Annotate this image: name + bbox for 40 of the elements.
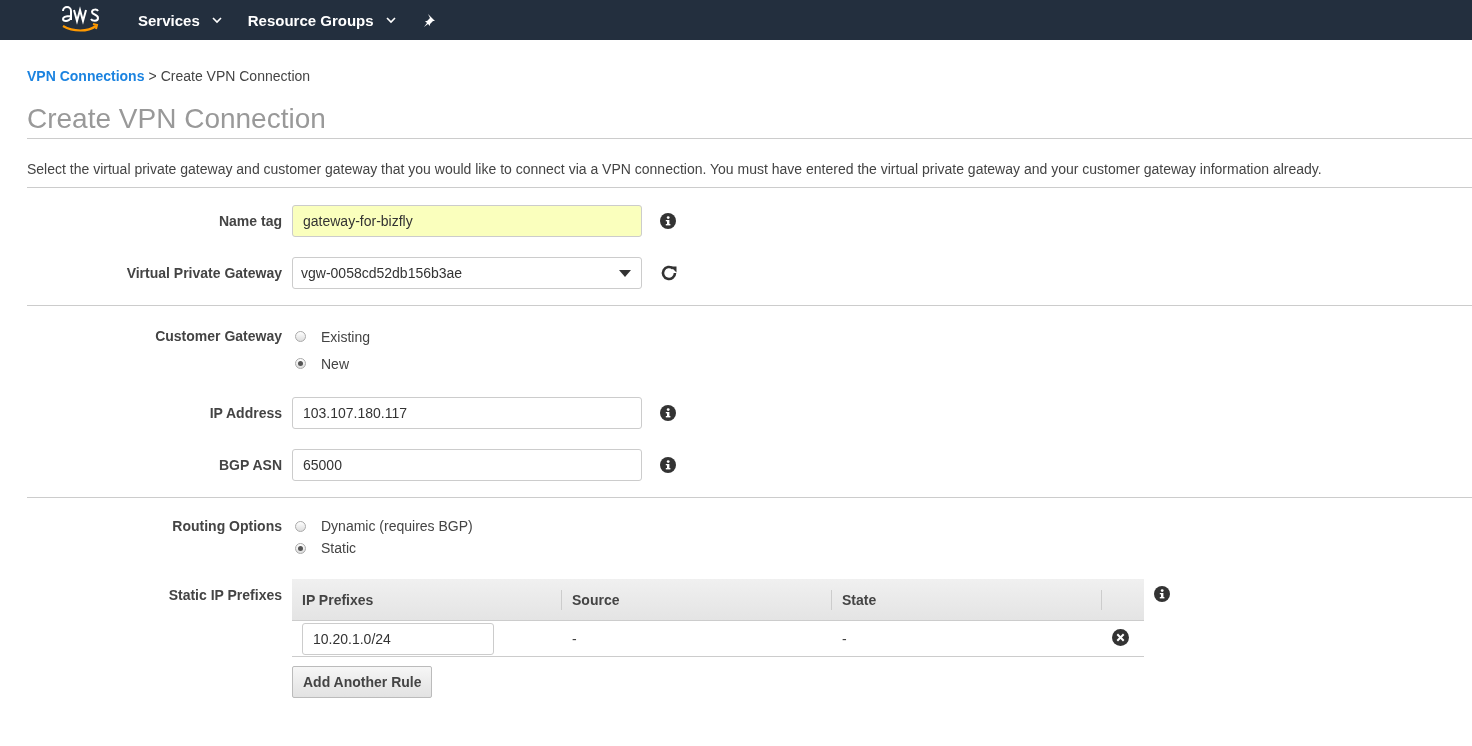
- dropdown-field[interactable]: vgw-0058cd52db156b3ae: [292, 257, 642, 289]
- table-cell: -: [842, 630, 847, 647]
- field-label: Virtual Private Gateway: [125, 265, 282, 281]
- info-icon[interactable]: [660, 405, 676, 421]
- radio-label[interactable]: Existing: [321, 328, 371, 345]
- info-icon[interactable]: [660, 457, 676, 473]
- radio-label[interactable]: Static: [321, 540, 356, 556]
- info-icon[interactable]: [660, 213, 676, 229]
- field-label: Customer Gateway: [154, 327, 282, 344]
- nav-menu[interactable]: Resource Groups: [247, 11, 396, 29]
- page-title: Create VPN Connection: [27, 102, 1472, 139]
- pin-icon[interactable]: [421, 13, 436, 27]
- remove-icon[interactable]: [1112, 628, 1129, 646]
- field-label: Static IP Prefixes: [167, 586, 282, 603]
- caret-icon: [211, 16, 222, 24]
- field-label: BGP ASN: [218, 457, 282, 473]
- caret-icon: [385, 16, 396, 24]
- radio-button[interactable]: [295, 358, 306, 369]
- breadcrumb-separator: >: [148, 68, 157, 84]
- table-cell: -: [572, 630, 577, 647]
- nav-menu[interactable]: Services: [138, 11, 222, 29]
- radio-label[interactable]: New: [321, 355, 349, 372]
- prefix-field[interactable]: 10.20.1.0/24: [302, 622, 494, 655]
- field-label: Name tag: [217, 213, 282, 229]
- field-label: IP Address: [208, 405, 282, 421]
- breadcrumb-current: Create VPN Connection: [160, 68, 311, 84]
- description-text: Select the virtual private gateway and customer gateway that you would like to connect via a VPN connection. You must have entered the virtual private gateway and your customer gateway information already.: [27, 161, 1472, 188]
- refresh-icon[interactable]: [660, 264, 678, 282]
- field-label: Routing Options: [171, 517, 282, 534]
- text-field[interactable]: 65000: [292, 449, 642, 481]
- text-field[interactable]: 103.107.180.117: [292, 397, 642, 429]
- caret-icon: [619, 269, 631, 277]
- radio-label[interactable]: Dynamic (requires BGP): [321, 518, 473, 534]
- info-icon[interactable]: [1154, 586, 1170, 602]
- radio-button[interactable]: [295, 520, 306, 532]
- breadcrumb-link[interactable]: VPN Connections: [27, 68, 145, 84]
- add-rule-button[interactable]: Add Another Rule: [292, 666, 433, 698]
- text-field[interactable]: gateway-for-bizfly: [292, 205, 642, 237]
- radio-button[interactable]: [295, 542, 306, 554]
- radio-button[interactable]: [295, 331, 306, 342]
